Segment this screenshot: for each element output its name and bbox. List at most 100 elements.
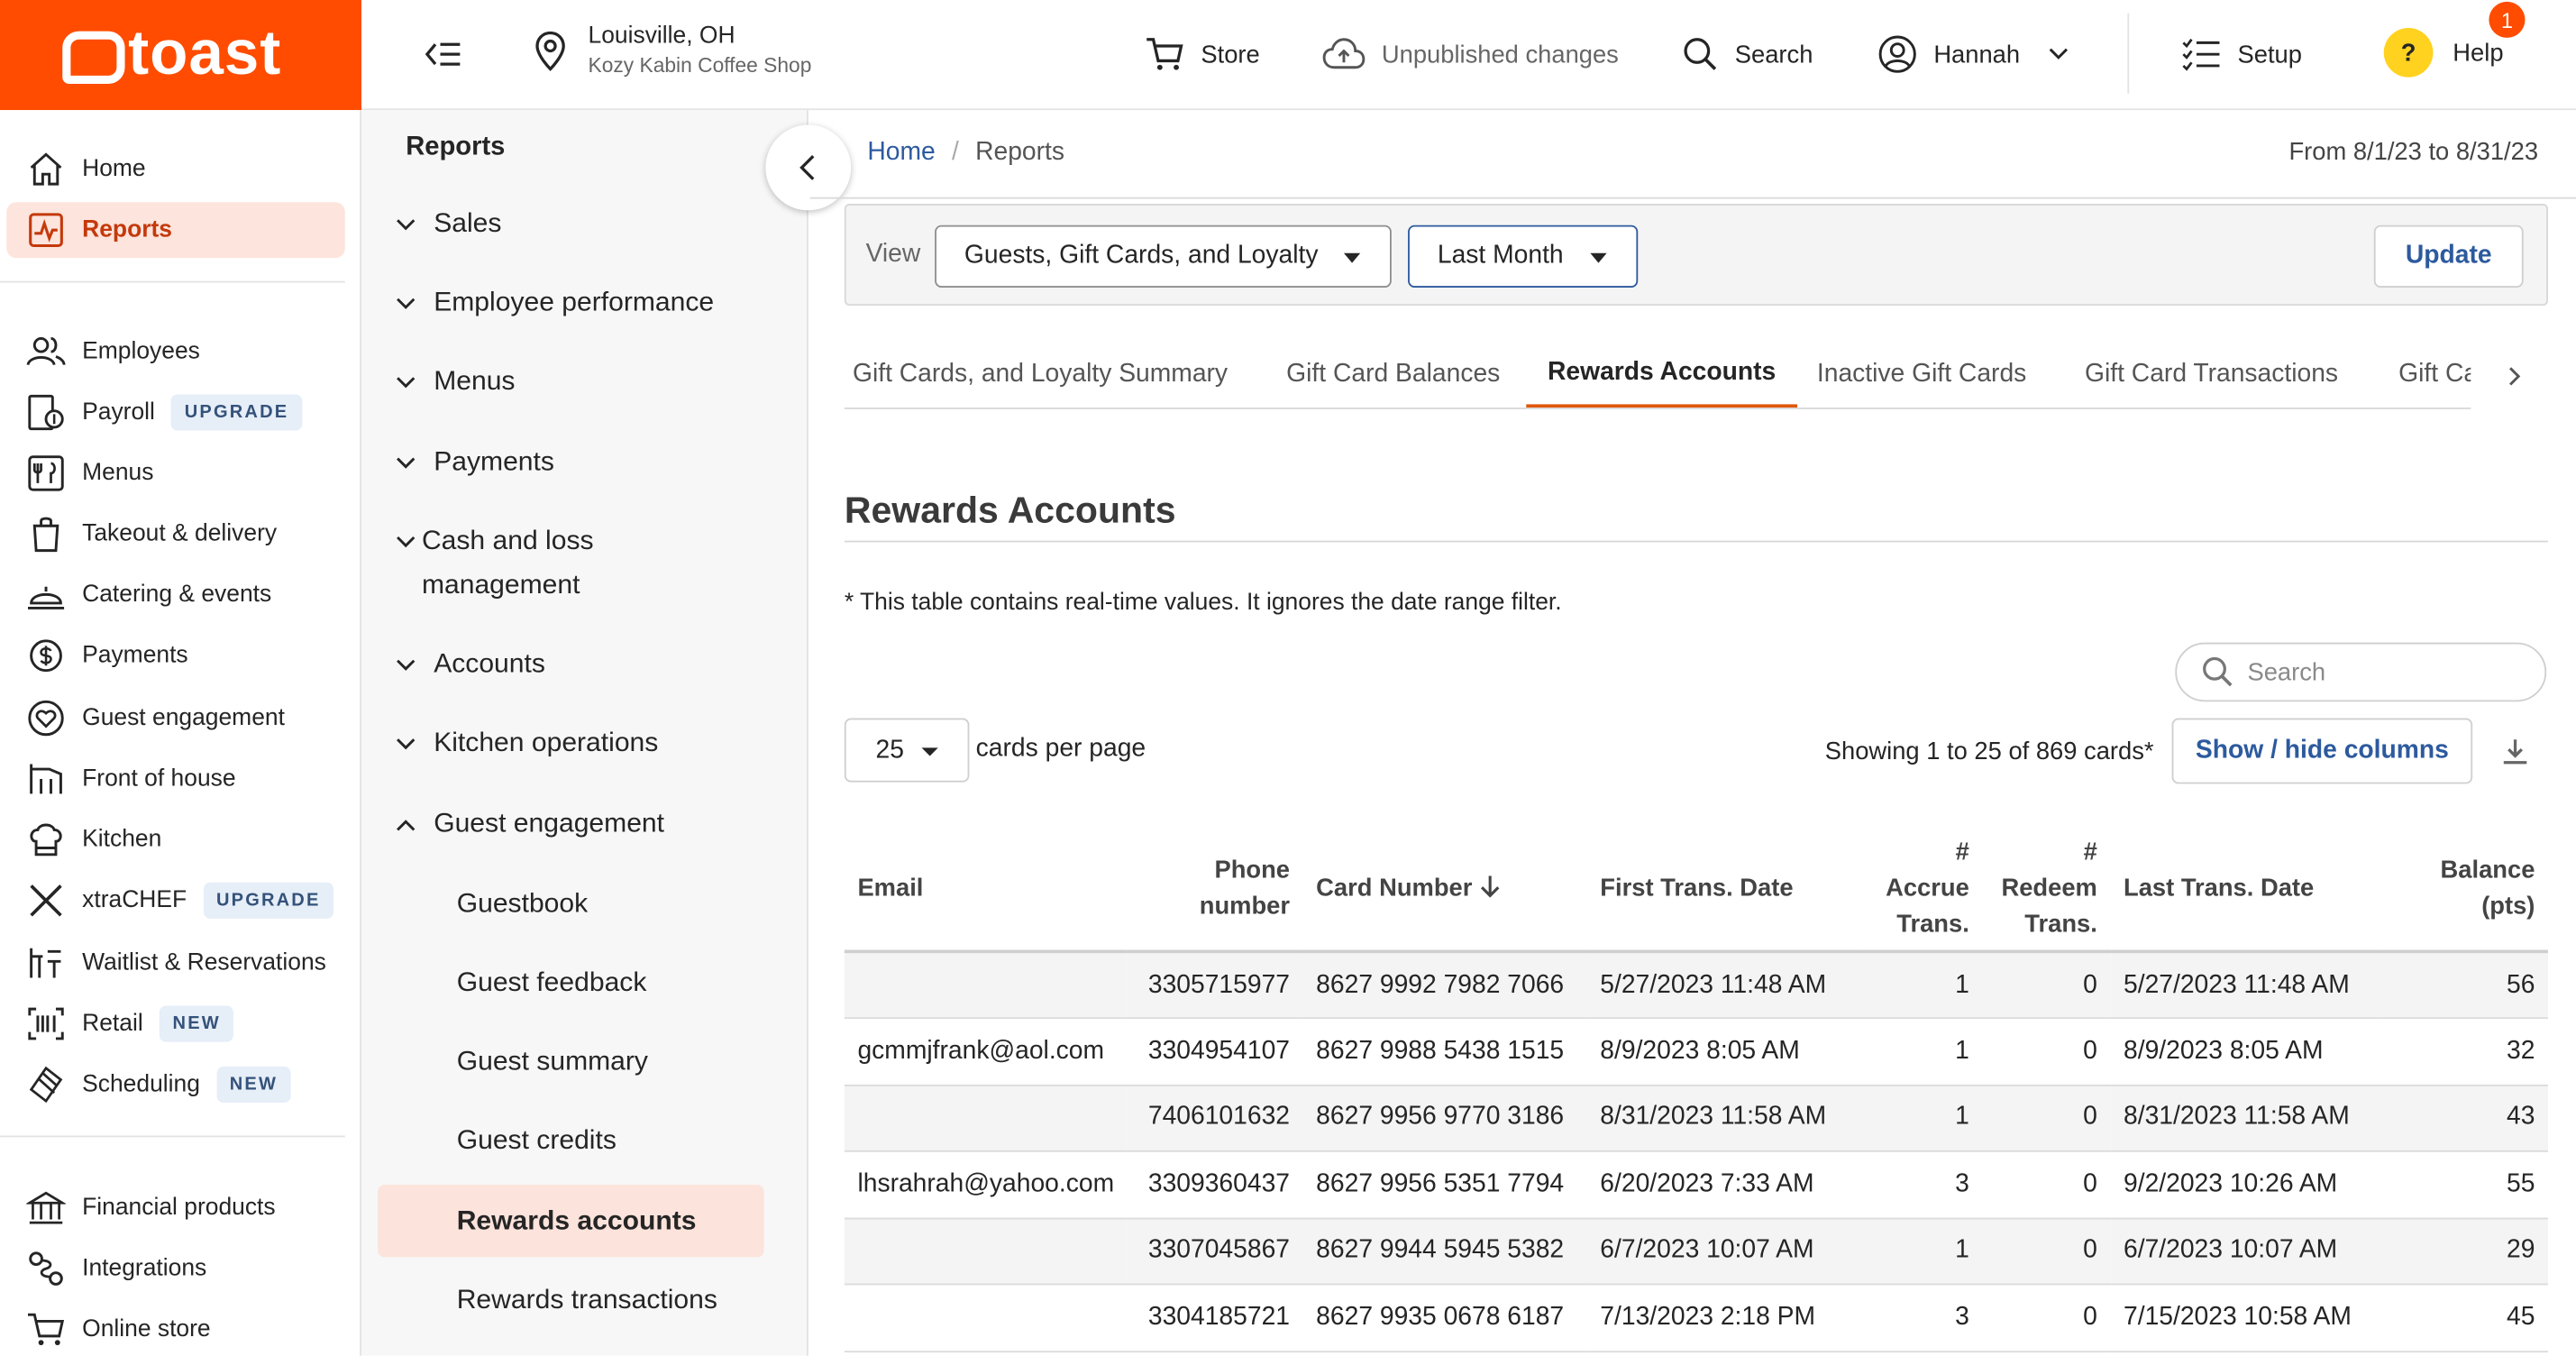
sort-arrow-down-icon [1481,875,1500,898]
cell-phone: 3304185721 [1127,1284,1303,1352]
subnav-item-guest-feedback[interactable]: Guest feedback [378,947,763,1019]
tab-inactive-gift-cards[interactable]: Inactive Gift Cards [1795,340,2048,408]
sidebar-item-scheduling[interactable]: Scheduling NEW [6,1057,344,1113]
cell-accrue: 3 [1862,1284,1983,1352]
sidebar-item-financial-products[interactable]: Financial products [6,1180,344,1236]
help-icon: ? [2383,27,2434,78]
cell-phone: 3309360437 [1127,1150,1303,1219]
showing-count: Showing 1 to 25 of 869 cards* [1824,738,2154,766]
col-email[interactable]: Email [844,828,1128,954]
cell-last: 6/7/2023 10:07 AM [2110,1217,2381,1286]
sidebar-item-front-of-house[interactable]: Front of house [6,751,344,807]
tab-rewards-accounts[interactable]: Rewards Accounts [1526,340,1797,408]
sidebar-item-retail[interactable]: Retail NEW [6,996,344,1052]
update-button[interactable]: Update [2373,224,2524,288]
help-button[interactable]: ? Help [2383,26,2504,78]
col-last-trans-date[interactable]: Last Trans. Date [2110,828,2381,954]
col-balance-label-line1: Balance [2440,856,2535,884]
chevron-right-icon[interactable] [2498,360,2531,392]
search-button[interactable]: Search [1682,32,1813,78]
location-selector[interactable]: Louisville, OH Kozy Kabin Coffee Shop [533,22,811,81]
view-dropdown[interactable]: Guests, Gift Cards, and Loyalty [935,224,1392,288]
user-menu[interactable]: Hannah [1877,32,2069,78]
chevron-down-icon [397,297,416,308]
subnav-group-sales[interactable]: Sales [394,202,788,246]
cell-redeem: 0 [1982,1150,2111,1219]
tab-gift-cards-loyalty-summary[interactable]: Gift Cards, and Loyalty Summary [845,340,1249,408]
subnav-item-rewards-accounts[interactable]: Rewards accounts [378,1185,764,1258]
collapse-nav-icon[interactable] [421,32,463,75]
subnav-item-rewards-transactions[interactable]: Rewards transactions [378,1264,763,1336]
financial-icon [26,1191,66,1224]
sidebar-item-online-store[interactable]: Online store [6,1302,344,1356]
show-hide-columns-button[interactable]: Show / hide columns [2171,718,2473,784]
subnav-group-label: Sales [434,208,502,239]
store-button[interactable]: Store [1145,32,1260,78]
table-row[interactable]: 7406101632 8627 9956 9770 3186 8/31/2023 1… [844,1084,2549,1152]
search-icon [1684,38,1717,70]
period-dropdown[interactable]: Last Month [1408,224,1639,288]
upgrade-badge: UPGRADE [171,394,302,431]
tab-gift-card-transactions[interactable]: Gift Card Transactions [2063,340,2359,408]
per-page-select[interactable]: 25 [844,718,970,783]
unpublished-changes-button[interactable]: Unpublished changes [1322,32,1619,78]
cell-card: 8627 9992 7982 7066 [1302,951,1587,1020]
sidebar-item-home[interactable]: Home [6,142,344,197]
col-redeem-trans[interactable]: # Redeem Trans. [1982,828,2111,954]
search-input[interactable] [2247,657,2511,686]
cell-phone: 3304954107 [1127,1018,1303,1086]
subnav-group-cash-and-loss[interactable]: Cash and loss management [394,519,657,608]
tab-gift-card-more[interactable]: Gift Ca [2377,340,2471,408]
col-balance[interactable]: Balance (pts) [2380,828,2549,954]
subnav-item-guest-summary[interactable]: Guest summary [378,1025,763,1097]
sidebar-item-guest-engagement[interactable]: Guest engagement [6,691,344,747]
sidebar-label: Reports [82,216,173,243]
sidebar-item-integrations[interactable]: Integrations [6,1241,344,1296]
user-avatar-icon [1878,35,1916,73]
table-search[interactable] [2175,642,2547,702]
sidebar-item-takeout[interactable]: Takeout & delivery [6,506,344,562]
col-email-label: Email [857,874,924,902]
subnav-group-kitchen-operations[interactable]: Kitchen operations [394,721,788,765]
table-row[interactable]: 3305715977 8627 9992 7982 7066 5/27/2023 1… [844,951,2549,1020]
col-phone[interactable]: Phone number [1127,828,1303,954]
sidebar-item-reports[interactable]: Reports [6,202,345,259]
table-row[interactable]: 3307045867 8627 9944 5945 5382 6/7/2023 10… [844,1217,2549,1286]
download-icon[interactable] [2498,735,2531,767]
subnav-group-guest-engagement[interactable]: Guest engagement [394,802,788,846]
subnav-group-payments[interactable]: Payments [394,440,788,484]
table-row[interactable]: 3304185721 8627 9935 0678 6187 7/13/2023 2… [844,1284,2549,1352]
subnav-item-guestbook[interactable]: Guestbook [378,867,763,939]
col-accrue-trans[interactable]: # Accrue Trans. [1862,828,1983,954]
sidebar-item-catering[interactable]: Catering & events [6,567,344,623]
new-badge: NEW [159,1005,234,1042]
table-row[interactable]: lhsrahrah@yahoo.com 3309360437 8627 9956 5… [844,1150,2549,1219]
cell-accrue: 1 [1862,951,1983,1020]
subnav-group-menus[interactable]: Menus [394,360,788,404]
breadcrumb-home[interactable]: Home [867,138,935,168]
breadcrumb-separator: / [951,138,959,167]
subnav-group-accounts[interactable]: Accounts [394,643,788,687]
sidebar-item-employees[interactable]: Employees [6,324,344,380]
sidebar-item-kitchen[interactable]: Kitchen [6,811,344,867]
tab-gift-card-balances[interactable]: Gift Card Balances [1265,340,1521,408]
table-header-row: Email Phone number Card Number First Tran… [844,828,2549,954]
col-first-trans-date[interactable]: First Trans. Date [1586,828,1863,954]
subnav-group-employee-performance[interactable]: Employee performance [394,281,788,325]
table-row[interactable]: gcmmjfrank@aol.com 3304954107 8627 9988 54… [844,1018,2549,1086]
setup-button[interactable]: Setup [2182,32,2302,78]
reports-icon [29,213,63,248]
location-pin-icon [535,31,565,71]
subnav-item-guest-credits[interactable]: Guest credits [378,1104,763,1177]
col-card-number[interactable]: Card Number [1302,828,1587,954]
cell-redeem: 0 [1982,1284,2111,1352]
waitlist-icon [30,948,61,978]
cart-icon [1146,38,1183,70]
sidebar-item-menus[interactable]: Menus [6,445,344,501]
sidebar-item-payroll[interactable]: Payroll UPGRADE [6,385,344,441]
sidebar-item-xtrachef[interactable]: xtraCHEF UPGRADE [6,873,344,929]
cell-redeem: 0 [1982,1084,2111,1152]
sidebar-item-waitlist[interactable]: Waitlist & Reservations [6,935,344,991]
toast-logo[interactable]: toast [0,0,361,111]
sidebar-item-payments[interactable]: Payments [6,628,344,683]
